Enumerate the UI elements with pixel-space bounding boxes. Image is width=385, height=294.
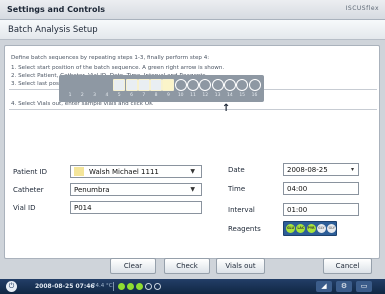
sequence-position-number: 6 — [130, 93, 133, 98]
folder-icon[interactable]: ▭ — [356, 281, 372, 292]
check-button[interactable]: Check — [164, 258, 210, 274]
vial-id-label: Vial ID — [13, 204, 36, 212]
status-dot-icon — [118, 283, 125, 290]
patient-color-swatch — [74, 167, 84, 176]
title-bar: Settings and Controls ISCUSflex — [0, 0, 385, 20]
sequence-position-10[interactable] — [174, 79, 187, 91]
reagent-chip-gly[interactable]: GLY — [316, 224, 326, 233]
time-label: Time — [228, 185, 246, 193]
taskbar-datetime: 2008-08-25 07:46 — [35, 283, 95, 290]
catheter-value: Penumbra — [74, 186, 110, 194]
clear-button[interactable]: Clear — [110, 258, 156, 274]
sequence-position-number: 5 — [117, 93, 121, 98]
sequence-strip: 1 2 3 4 5 6 7 8 9 10 11 12 13 14 15 16 — [59, 75, 264, 102]
taskbar-temperature: 24.4 °C — [92, 283, 113, 289]
sequence-position-6[interactable] — [125, 79, 138, 91]
window-title: Settings and Controls — [7, 5, 105, 14]
sequence-position-number: 13 — [214, 93, 221, 98]
taskbar-divider — [113, 282, 114, 291]
reagent-chip-gly[interactable]: GLY — [327, 224, 337, 233]
reagent-chip-pyr[interactable]: PYR — [306, 224, 316, 233]
sequence-position-15[interactable] — [236, 79, 249, 91]
sequence-position-7[interactable] — [137, 79, 150, 91]
sequence-position-number: 12 — [202, 93, 209, 98]
sequence-position-number: 2 — [80, 93, 84, 98]
catheter-label: Catheter — [13, 186, 44, 194]
reagents-label: Reagents — [228, 225, 261, 233]
chevron-down-icon: ▼ — [190, 168, 195, 175]
date-label: Date — [228, 166, 245, 174]
reagent-chip-lac[interactable]: LAC — [296, 224, 306, 233]
sequence-position-5[interactable] — [113, 79, 126, 91]
sequence-position-number: 15 — [239, 93, 246, 98]
sequence-position-number: 1 — [68, 93, 72, 98]
sequence-position-number: 11 — [190, 93, 196, 98]
sequence-position-8[interactable] — [150, 79, 163, 91]
section-heading: Batch Analysis Setup — [8, 25, 98, 35]
current-position-arrow-icon: ↑ — [222, 103, 231, 114]
time-value: 04:00 — [287, 185, 308, 193]
chevron-down-icon: ▼ — [190, 186, 195, 193]
status-dot-icon — [127, 283, 134, 290]
status-dot-icon — [145, 283, 152, 290]
catheter-dropdown[interactable]: Penumbra ▼ — [70, 183, 202, 196]
divider — [9, 109, 377, 110]
sequence-position-number: 4 — [105, 93, 109, 98]
vials-out-button[interactable]: Vials out — [216, 258, 265, 274]
patient-id-label: Patient ID — [13, 168, 48, 176]
reagents-selector[interactable]: GLU LAC PYR GLY GLY — [283, 221, 337, 236]
chevron-down-icon: ▾ — [350, 166, 354, 173]
patient-id-value: Walsh Michael 1111 — [89, 168, 159, 176]
sequence-position-number: 16 — [251, 93, 258, 98]
taskbar: ⏻ 2008-08-25 07:46 24.4 °C ◢ ⚙ ▭ — [0, 279, 385, 294]
gear-icon[interactable]: ⚙ — [336, 281, 352, 292]
interval-field[interactable]: 01:00 — [283, 203, 359, 216]
section-header: Batch Analysis Setup — [0, 20, 385, 40]
interval-label: Interval — [228, 206, 255, 214]
status-dot-icon — [136, 283, 143, 290]
flag-icon[interactable]: ◢ — [316, 281, 332, 292]
sequence-position-number: 3 — [93, 93, 97, 98]
instruction-step-1: 1. Select start position of the batch se… — [11, 65, 225, 71]
sequence-position-number: 7 — [142, 93, 146, 98]
sequence-position-12[interactable] — [199, 79, 212, 91]
sequence-position-14[interactable] — [223, 79, 236, 91]
sequence-position-9[interactable] — [162, 79, 175, 91]
sequence-position-number: 9 — [166, 93, 170, 98]
cancel-button[interactable]: Cancel — [323, 258, 372, 274]
time-field[interactable]: 04:00 — [283, 182, 359, 195]
date-picker[interactable]: 2008-08-25 ▾ — [283, 163, 359, 176]
sequence-position-11[interactable] — [187, 79, 199, 91]
vial-id-value: P014 — [74, 204, 92, 212]
sequence-position-16[interactable] — [248, 79, 261, 91]
status-dot-icon — [154, 283, 161, 290]
sequence-position-number: 8 — [154, 93, 158, 98]
reagent-chip-glu[interactable]: GLU — [286, 224, 295, 233]
sequence-position-13[interactable] — [211, 79, 224, 91]
vial-id-field[interactable]: P014 — [70, 201, 202, 214]
brand-logo: ISCUSflex — [345, 5, 379, 12]
interval-value: 01:00 — [287, 206, 308, 214]
sequence-position-number: 14 — [227, 93, 233, 98]
sequence-position-number: 10 — [177, 93, 184, 98]
date-value: 2008-08-25 — [287, 166, 328, 174]
patient-id-dropdown[interactable]: Walsh Michael 1111 ▼ — [70, 165, 202, 178]
instructions-intro: Define batch sequences by repeating step… — [11, 55, 210, 61]
start-menu-icon[interactable]: ⏻ — [6, 281, 17, 292]
